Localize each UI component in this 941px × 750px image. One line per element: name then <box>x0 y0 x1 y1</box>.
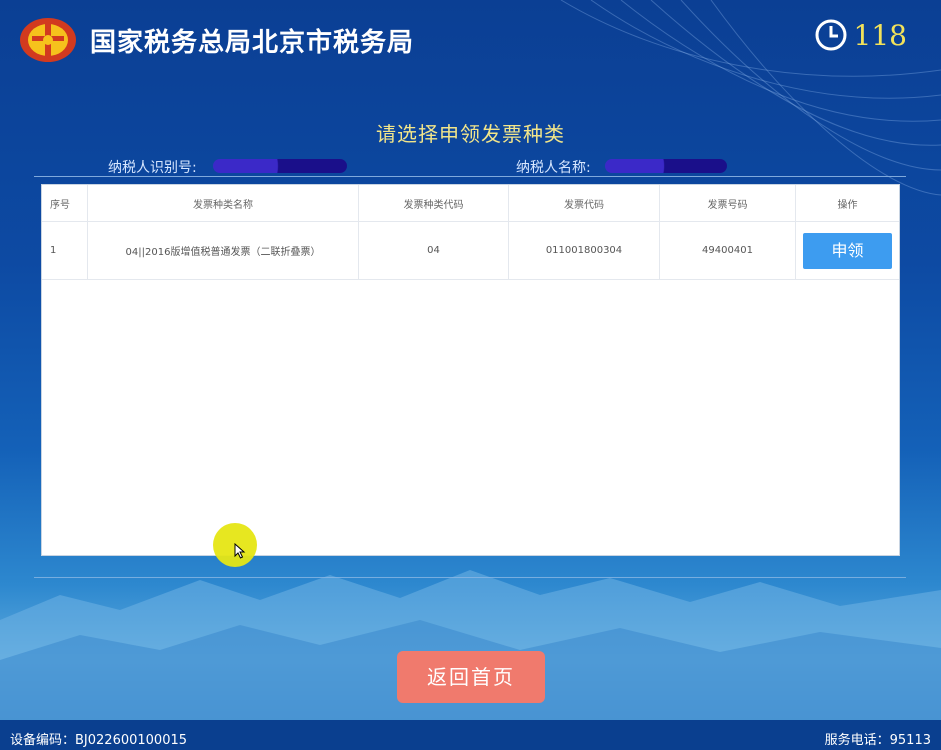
service-phone: 服务电话：95113 <box>825 729 931 748</box>
service-phone-value: 95113 <box>889 733 931 748</box>
cell-type-name: 04||2016版增值税普通发票（二联折叠票） <box>87 221 359 280</box>
invoice-type-table-panel: 序号 发票种类名称 发票种类代码 发票代码 发票号码 操作 1 04||2016… <box>41 184 900 556</box>
column-header-type-name: 发票种类名称 <box>87 185 359 222</box>
device-code-value: BJ022600100015 <box>75 733 188 748</box>
device-code-label: 设备编码： <box>10 733 76 748</box>
page-title: 请选择申领发票种类 <box>376 122 565 146</box>
table-row[interactable]: 1 04||2016版增值税普通发票（二联折叠票） 04 01100180030… <box>42 221 899 280</box>
column-header-invoice-code: 发票代码 <box>508 185 660 222</box>
clock-icon <box>815 19 847 51</box>
agency-name: 国家税务总局北京市税务局 <box>90 28 415 58</box>
column-header-seq: 序号 <box>42 185 88 222</box>
taxpayer-name-label: 纳税人名称: <box>516 160 591 176</box>
redacted-taxpayer-name <box>605 159 727 173</box>
table-header-row: 序号 发票种类名称 发票种类代码 发票代码 发票号码 操作 <box>42 185 899 222</box>
cell-invoice-number: 49400401 <box>659 221 796 280</box>
cell-type-code: 04 <box>358 221 509 280</box>
service-phone-label: 服务电话： <box>824 733 890 748</box>
taxpayer-id-label: 纳税人识别号: <box>108 160 197 176</box>
header: 国家税务总局北京市税务局 118 <box>0 0 941 80</box>
column-header-invoice-number: 发票号码 <box>659 185 796 222</box>
cell-seq: 1 <box>42 221 88 280</box>
content-divider <box>34 577 906 578</box>
cell-invoice-code: 011001800304 <box>508 221 660 280</box>
countdown-timer: 118 <box>814 18 907 52</box>
column-header-type-code: 发票种类代码 <box>358 185 509 222</box>
column-header-action: 操作 <box>795 185 899 222</box>
mouse-cursor-icon <box>234 543 246 559</box>
footer: 设备编码：BJ022600100015 服务电话：95113 <box>0 720 941 750</box>
device-code: 设备编码：BJ022600100015 <box>10 729 187 748</box>
return-home-button[interactable]: 返回首页 <box>397 651 545 703</box>
info-divider <box>34 176 906 177</box>
cell-action: 申领 <box>795 221 899 280</box>
apply-button[interactable]: 申领 <box>803 232 892 269</box>
invoice-type-table: 序号 发票种类名称 发票种类代码 发票代码 发票号码 操作 1 04||2016… <box>42 185 899 280</box>
countdown-value: 118 <box>853 18 907 52</box>
tax-emblem-icon <box>20 18 76 62</box>
redacted-taxpayer-id <box>213 159 347 173</box>
